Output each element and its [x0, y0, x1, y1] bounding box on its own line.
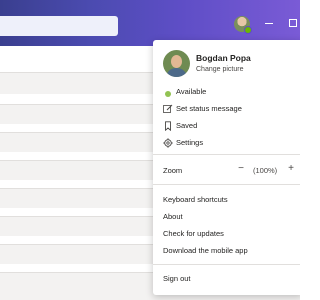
gear-icon — [163, 138, 173, 148]
bookmark-icon — [163, 121, 173, 132]
menu-item-set-status[interactable]: Set status message — [163, 102, 298, 116]
content-divider — [0, 272, 154, 273]
profile-menu: Bogdan Popa Change picture Available Set… — [153, 40, 300, 295]
avatar-shirt — [166, 68, 187, 77]
content-divider — [0, 216, 154, 217]
content-block — [0, 208, 154, 216]
profile-name: Bogdan Popa — [196, 53, 251, 63]
menu-item-check-updates[interactable]: Check for updates — [163, 229, 224, 238]
menu-item-settings[interactable]: Settings — [163, 136, 298, 150]
presence-available-icon — [163, 87, 173, 97]
menu-item-label: Available — [176, 87, 207, 96]
menu-item-label: Settings — [176, 138, 204, 147]
presence-available-icon — [244, 26, 252, 34]
menu-item-label: Set status message — [176, 104, 242, 113]
edit-icon — [163, 104, 173, 114]
menu-item-keyboard-shortcuts[interactable]: Keyboard shortcuts — [163, 195, 228, 204]
app-window: Bogdan Popa Change picture Available Set… — [0, 0, 300, 300]
menu-divider — [153, 154, 300, 155]
content-block — [0, 236, 154, 244]
content-divider — [0, 72, 154, 73]
menu-item-label: Saved — [176, 121, 198, 130]
content-divider — [0, 188, 154, 189]
content-block — [0, 264, 154, 272]
minimize-icon[interactable] — [262, 16, 276, 30]
content-block — [0, 152, 154, 160]
zoom-out-button[interactable]: − — [235, 163, 247, 175]
content-block — [0, 46, 154, 72]
zoom-label: Zoom — [163, 166, 183, 175]
maximize-icon[interactable] — [286, 16, 300, 30]
content-block — [0, 94, 154, 104]
user-avatar-button[interactable] — [234, 16, 252, 34]
profile-avatar[interactable] — [163, 50, 190, 77]
content-divider — [0, 132, 154, 133]
content-divider — [0, 244, 154, 245]
content-divider — [0, 104, 154, 105]
avatar-face — [171, 55, 182, 68]
content-block — [0, 124, 154, 132]
menu-item-download-mobile[interactable]: Download the mobile app — [163, 246, 248, 255]
menu-item-about[interactable]: About — [163, 212, 183, 221]
menu-divider — [153, 264, 300, 265]
change-picture-link[interactable]: Change picture — [196, 66, 243, 73]
zoom-in-button[interactable]: + — [285, 163, 297, 175]
content-block — [0, 180, 154, 188]
zoom-value: (100%) — [253, 166, 278, 175]
sign-out-button[interactable]: Sign out — [163, 274, 191, 283]
menu-divider — [153, 184, 300, 185]
search-input[interactable] — [0, 16, 118, 36]
menu-item-saved[interactable]: Saved — [163, 119, 298, 133]
menu-item-available[interactable]: Available — [163, 85, 298, 99]
content-divider — [0, 160, 154, 161]
